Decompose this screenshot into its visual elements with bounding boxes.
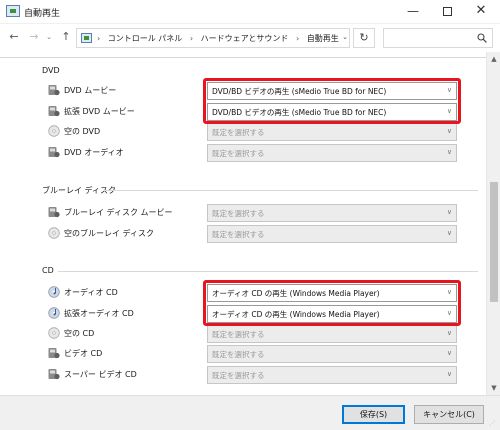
setting-row-dvd-audio: DVD オーディオ 既定を選択する ∨ <box>48 144 478 162</box>
autoplay-settings-panel: DVD DVD ムービー DVD/BD ビデオの再生 (sMedio True … <box>0 52 486 395</box>
scroll-up-icon[interactable]: ▲ <box>487 52 500 66</box>
search-input[interactable] <box>383 28 493 48</box>
dropdown-value: 既定を選択する <box>212 350 265 359</box>
setting-label: 空の CD <box>64 329 95 338</box>
autoplay-action-dropdown[interactable]: 既定を選択する ∨ <box>207 345 457 363</box>
section-heading-cd: CD <box>42 266 54 275</box>
dropdown-value: 既定を選択する <box>212 128 265 137</box>
setting-label: DVD ムービー <box>64 86 117 95</box>
dvd-movie-icon <box>48 106 60 117</box>
control-panel-icon <box>81 33 92 43</box>
cancel-button[interactable]: キャンセル(C) <box>414 405 484 424</box>
chevron-down-icon: ∨ <box>446 148 452 156</box>
setting-label: スーパー ビデオ CD <box>64 370 137 379</box>
breadcrumb-separator-icon[interactable]: › <box>190 34 193 43</box>
dropdown-value: 既定を選択する <box>212 330 265 339</box>
chevron-down-icon: ∨ <box>446 329 452 337</box>
setting-row-video-cd: ビデオ CD 既定を選択する ∨ <box>48 345 478 363</box>
breadcrumb-separator-icon[interactable]: › <box>296 34 299 43</box>
navigation-bar: ← → ⌄ ↑ › コントロール パネル › ハードウェアとサウンド › 自動再… <box>0 24 500 52</box>
chevron-down-icon: ∨ <box>446 127 452 135</box>
breadcrumb-control-panel[interactable]: コントロール パネル <box>108 34 183 43</box>
recent-locations-chevron-icon[interactable]: ⌄ <box>44 28 54 46</box>
setting-row-super-video-cd: スーパー ビデオ CD 既定を選択する ∨ <box>48 366 478 384</box>
blank-disc-icon <box>48 227 60 239</box>
setting-label: ビデオ CD <box>64 349 103 358</box>
maximize-icon <box>442 7 452 16</box>
address-dropdown-icon[interactable]: ⌄ <box>337 28 353 48</box>
back-arrow-icon[interactable]: ← <box>6 28 22 46</box>
highlight-box-cd <box>203 280 461 326</box>
autoplay-action-dropdown[interactable]: 既定を選択する ∨ <box>207 366 457 384</box>
setting-label: 拡張 DVD ムービー <box>64 107 135 116</box>
minimize-button[interactable]: — <box>396 0 430 24</box>
setting-label: 空のブルーレイ ディスク <box>64 229 154 238</box>
setting-row-blank-dvd: 空の DVD 既定を選択する ∨ <box>48 123 478 141</box>
video-cd-icon <box>48 369 60 380</box>
setting-label: 拡張オーディオ CD <box>64 309 134 318</box>
vertical-scrollbar[interactable]: ▲ ▼ <box>486 52 500 395</box>
audio-cd-icon <box>48 307 60 319</box>
section-divider <box>104 190 478 191</box>
section-divider <box>0 57 486 58</box>
autoplay-action-dropdown[interactable]: 既定を選択する ∨ <box>207 144 457 162</box>
scroll-down-icon[interactable]: ▼ <box>487 381 500 395</box>
address-bar[interactable]: › コントロール パネル › ハードウェアとサウンド › 自動再生 <box>76 28 350 48</box>
blank-disc-icon <box>48 327 60 339</box>
setting-row-bluray-movie: ブルーレイ ディスク ムービー 既定を選択する ∨ <box>48 204 478 222</box>
section-divider <box>58 271 478 272</box>
autoplay-action-dropdown[interactable]: 既定を選択する ∨ <box>207 325 457 343</box>
autoplay-action-dropdown[interactable]: 既定を選択する ∨ <box>207 225 457 243</box>
breadcrumb-hardware-sound[interactable]: ハードウェアとサウンド <box>201 34 289 43</box>
close-button[interactable]: ✕ <box>464 0 498 24</box>
save-button[interactable]: 保存(S) <box>342 405 405 424</box>
refresh-icon[interactable]: ↻ <box>353 28 375 48</box>
autoplay-action-dropdown[interactable]: 既定を選択する ∨ <box>207 123 457 141</box>
dropdown-value: 既定を選択する <box>212 371 265 380</box>
chevron-down-icon: ∨ <box>446 229 452 237</box>
setting-label: オーディオ CD <box>64 288 118 297</box>
highlight-box-dvd <box>203 78 461 124</box>
section-heading-dvd: DVD <box>42 66 60 75</box>
blank-disc-icon <box>48 125 60 137</box>
dropdown-value: 既定を選択する <box>212 230 265 239</box>
dropdown-value: 既定を選択する <box>212 209 265 218</box>
dropdown-value: 既定を選択する <box>212 149 265 158</box>
breadcrumb-autoplay[interactable]: 自動再生 <box>307 34 339 43</box>
setting-label: 空の DVD <box>64 127 101 136</box>
chevron-down-icon: ∨ <box>446 208 452 216</box>
dialog-footer: 保存(S) キャンセル(C) ⋰ <box>0 395 500 430</box>
scroll-thumb[interactable] <box>490 182 498 302</box>
breadcrumb-separator-icon[interactable]: › <box>97 34 100 43</box>
autoplay-app-icon <box>6 5 20 17</box>
dvd-audio-icon <box>48 147 60 158</box>
search-icon <box>477 33 487 43</box>
setting-row-blank-bluray: 空のブルーレイ ディスク 既定を選択する ∨ <box>48 225 478 243</box>
forward-arrow-icon[interactable]: → <box>26 28 42 46</box>
breadcrumb: › コントロール パネル › ハードウェアとサウンド › 自動再生 <box>97 33 339 44</box>
setting-label: DVD オーディオ <box>64 148 124 157</box>
window-title: 自動再生 <box>24 9 61 19</box>
resize-grip-icon[interactable]: ⋰ <box>489 419 498 428</box>
dvd-movie-icon <box>48 85 60 96</box>
autoplay-action-dropdown[interactable]: 既定を選択する ∨ <box>207 204 457 222</box>
audio-cd-icon <box>48 286 60 298</box>
bluray-movie-icon <box>48 207 60 218</box>
title-bar: 自動再生 — ✕ <box>0 0 500 24</box>
maximize-button[interactable] <box>430 0 464 24</box>
chevron-down-icon: ∨ <box>446 349 452 357</box>
setting-label: ブルーレイ ディスク ムービー <box>64 208 173 217</box>
video-cd-icon <box>48 348 60 359</box>
chevron-down-icon: ∨ <box>446 370 452 378</box>
setting-row-blank-cd: 空の CD 既定を選択する ∨ <box>48 325 478 343</box>
up-arrow-icon[interactable]: ↑ <box>58 28 74 46</box>
